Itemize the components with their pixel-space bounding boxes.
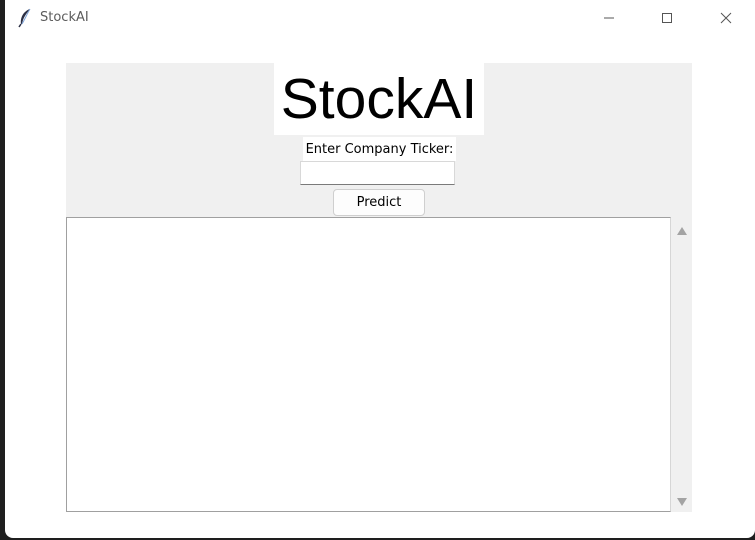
- ticker-input[interactable]: [300, 161, 455, 185]
- app-window: StockAI StockAI Enter Company Ticker: Pr…: [5, 0, 755, 538]
- minimize-icon: [603, 9, 615, 28]
- main-panel: StockAI Enter Company Ticker: Predict: [66, 63, 692, 512]
- title-bar: StockAI: [5, 0, 755, 37]
- vertical-scrollbar[interactable]: [671, 217, 692, 512]
- ticker-label: Enter Company Ticker:: [303, 137, 456, 161]
- scroll-up-button[interactable]: [671, 219, 692, 239]
- predict-button[interactable]: Predict: [333, 189, 425, 216]
- minimize-button[interactable]: [580, 0, 638, 37]
- output-text-area[interactable]: [66, 217, 671, 512]
- page-title: StockAI: [280, 66, 478, 131]
- triangle-up-icon: [676, 220, 687, 239]
- heading-container: StockAI: [274, 63, 484, 135]
- feather-icon: [17, 8, 33, 28]
- window-title: StockAI: [40, 10, 89, 25]
- maximize-icon: [661, 9, 673, 28]
- close-icon: [720, 9, 732, 28]
- triangle-down-icon: [676, 491, 687, 510]
- scroll-down-button[interactable]: [671, 490, 692, 510]
- maximize-button[interactable]: [638, 0, 696, 37]
- close-button[interactable]: [697, 0, 755, 37]
